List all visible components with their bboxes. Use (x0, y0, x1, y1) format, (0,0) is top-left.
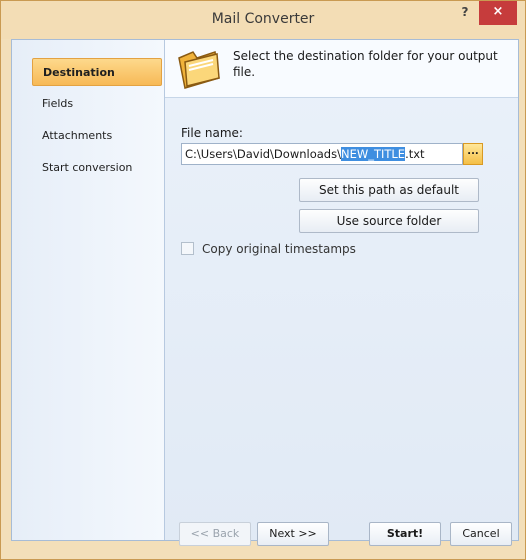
sidebar-item-fields[interactable]: Fields (32, 90, 162, 118)
file-name-label: File name: (181, 126, 243, 140)
sidebar-item-destination[interactable]: Destination (32, 58, 162, 86)
title-bar[interactable]: Mail Converter ? × (1, 1, 525, 39)
start-button[interactable]: Start! (369, 522, 441, 546)
back-button[interactable]: << Back (179, 522, 251, 546)
help-button[interactable]: ? (451, 1, 479, 25)
panel-header: Select the destination folder for your o… (165, 40, 518, 98)
copy-timestamps-checkbox[interactable] (181, 242, 194, 255)
copy-timestamps-row[interactable]: Copy original timestamps (181, 242, 356, 256)
wizard-body: Destination Fields Attachments Start con… (11, 39, 519, 541)
sidebar-item-attachments[interactable]: Attachments (32, 122, 162, 150)
use-source-folder-button[interactable]: Use source folder (299, 209, 479, 233)
file-name-input[interactable]: C:\Users\David\Downloads\NEW_TITLE.txt (181, 143, 463, 165)
path-prefix: C:\Users\David\Downloads\ (185, 147, 341, 161)
set-default-path-button[interactable]: Set this path as default (299, 178, 479, 202)
destination-panel: Select the destination folder for your o… (165, 40, 518, 540)
panel-instructions: Select the destination folder for your o… (233, 49, 498, 79)
path-suffix: .txt (405, 147, 425, 161)
browse-button[interactable]: ... (463, 143, 483, 165)
wizard-sidebar: Destination Fields Attachments Start con… (12, 40, 165, 540)
next-button[interactable]: Next >> (257, 522, 329, 546)
window-title: Mail Converter (211, 11, 315, 27)
close-button[interactable]: × (479, 1, 517, 25)
folder-icon (178, 51, 220, 89)
wizard-footer: << Back Next >> Start! Cancel (11, 522, 517, 560)
mail-converter-window: Mail Converter ? × Destination Fields At… (0, 0, 526, 560)
path-selected-text: NEW_TITLE (340, 147, 406, 161)
sidebar-item-start-conversion[interactable]: Start conversion (32, 154, 162, 182)
cancel-button[interactable]: Cancel (450, 522, 512, 546)
copy-timestamps-label: Copy original timestamps (202, 242, 356, 256)
